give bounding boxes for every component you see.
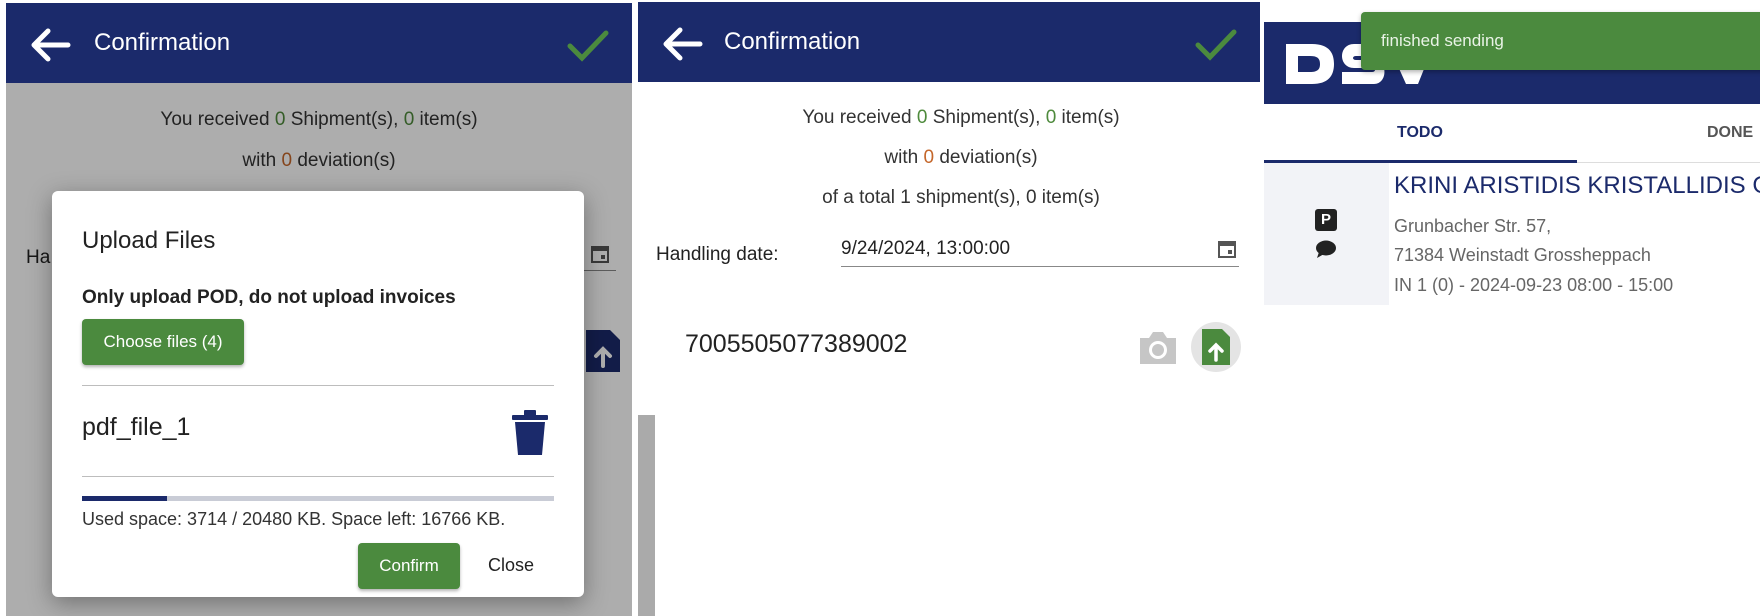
total-summary: of a total 1 shipment(s), 0 item(s) [822, 187, 1100, 208]
right-todo-screen: TODO DONE P KRINI ARISTIDIS KRISTALLIDIS… [1264, 0, 1760, 390]
address-line-1: Grunbacher Str. 57, [1394, 216, 1552, 236]
dialog-title: Upload Files [82, 227, 216, 254]
upload-warning: Only upload POD, do not upload invoices [82, 287, 456, 308]
checkmark-icon[interactable] [566, 25, 610, 65]
camera-icon[interactable] [1136, 328, 1180, 368]
with-prefix: with [884, 147, 919, 168]
confirm-button[interactable]: Confirm [358, 543, 460, 589]
time-slot: IN 1 (0) - 2024-09-23 08:00 - 15:00 [1394, 275, 1674, 295]
back-arrow-icon[interactable] [28, 25, 72, 65]
middle-header: Confirmation [638, 2, 1260, 82]
checkmark-icon[interactable] [1194, 24, 1238, 64]
received-prefix: You received [802, 107, 912, 128]
divider [82, 385, 554, 386]
items-suffix: item(s) [1061, 107, 1120, 128]
tab-done[interactable]: DONE [1707, 124, 1753, 142]
stop-icons-column: P [1264, 163, 1389, 305]
deviations-count: 0 [923, 147, 935, 168]
upload-button[interactable] [1191, 322, 1241, 372]
divider [82, 476, 554, 477]
deviations-suffix: deviation(s) [939, 147, 1038, 168]
calendar-icon[interactable] [1216, 238, 1238, 260]
left-header: Confirmation [6, 3, 632, 83]
shipment-number: 7005505077389002 [685, 330, 908, 358]
address-line-2: 71384 Weinstadt Grossheppach [1394, 245, 1651, 265]
page-title: Confirmation [94, 29, 231, 56]
deviation-summary: with 0 deviation(s) [650, 147, 1260, 169]
toast-notification: finished sending [1361, 12, 1760, 70]
file-upload-icon [1202, 329, 1230, 365]
file-name: pdf_file_1 [82, 413, 191, 441]
back-arrow-icon[interactable] [660, 24, 704, 64]
company-name[interactable]: KRINI ARISTIDIS KRISTALLIDIS G [1394, 172, 1760, 200]
storage-progress-fill [82, 496, 168, 501]
close-button[interactable]: Close [488, 555, 534, 576]
background-strip [638, 415, 655, 616]
used-space-text: Used space: 3714 / 20480 KB. Space left:… [82, 509, 506, 529]
items-count: 0 [1045, 107, 1057, 128]
handling-date-label: Handling date: [656, 244, 779, 265]
trash-icon[interactable] [510, 409, 550, 457]
chat-bubble-icon [1316, 240, 1336, 258]
page-title: Confirmation [724, 28, 861, 55]
storage-progress-bar [82, 496, 554, 501]
toast-message: finished sending [1381, 31, 1504, 50]
tab-todo[interactable]: TODO [1397, 124, 1443, 142]
middle-confirmation-screen: Confirmation You received 0 Shipment(s),… [638, 0, 1260, 415]
received-summary: You received 0 Shipment(s), 0 item(s) [650, 107, 1260, 129]
left-confirmation-screen: Confirmation You received 0 Shipment(s),… [0, 0, 655, 616]
choose-files-button[interactable]: Choose files (4) [82, 319, 244, 365]
shipments-suffix: Shipment(s), [932, 107, 1041, 128]
parking-icon: P [1315, 209, 1337, 231]
handling-date-input[interactable]: 9/24/2024, 13:00:00 [841, 238, 1010, 260]
tab-bar: TODO DONE [1264, 104, 1760, 163]
date-underline [841, 266, 1239, 267]
upload-files-dialog: Upload Files Only upload POD, do not upl… [52, 191, 584, 597]
shipments-count: 0 [916, 107, 928, 128]
